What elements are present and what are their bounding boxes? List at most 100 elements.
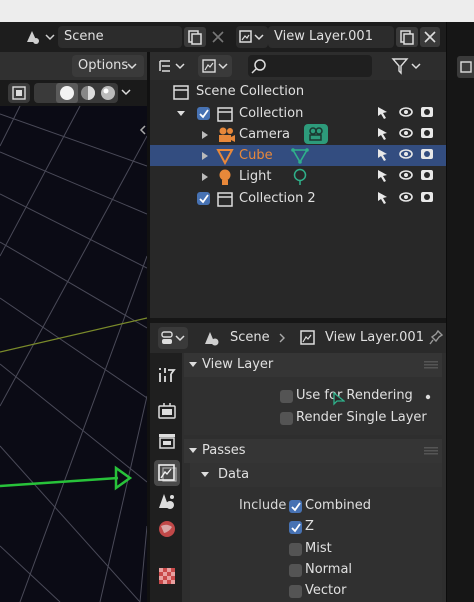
mesh-data-icon[interactable] bbox=[290, 146, 310, 166]
new-scene-button[interactable] bbox=[184, 27, 206, 47]
chevron-right-icon bbox=[279, 333, 285, 343]
passes-panel-title: Passes bbox=[202, 443, 246, 458]
filter-extra-button[interactable] bbox=[457, 56, 474, 78]
use-for-rendering-checkbox[interactable] bbox=[280, 390, 293, 403]
tab-world[interactable] bbox=[156, 518, 178, 540]
outliner-header bbox=[150, 52, 446, 80]
render-single-layer-toggle[interactable]: Render Single Layer bbox=[280, 410, 440, 427]
top-bar: Scene View Layer.001 bbox=[0, 22, 446, 52]
context-view-layer-label[interactable]: View Layer.001 bbox=[325, 330, 424, 345]
solid-shading-button[interactable] bbox=[56, 83, 78, 103]
mesh-object-icon bbox=[216, 149, 234, 165]
pass-label: Mist bbox=[305, 541, 332, 556]
view-layer-panel-header[interactable]: View Layer bbox=[184, 353, 442, 377]
pass-z-toggle[interactable]: Z bbox=[289, 519, 439, 536]
context-scene-label[interactable]: Scene bbox=[230, 330, 270, 345]
outliner-item-label: Light bbox=[239, 169, 272, 184]
pass-vector-checkbox[interactable] bbox=[289, 585, 302, 598]
properties-header: Scene View Layer.001 bbox=[150, 323, 446, 353]
properties-icon bbox=[161, 331, 185, 344]
tab-scene[interactable] bbox=[156, 490, 178, 512]
include-label: Include bbox=[239, 498, 287, 513]
pass-vector-toggle[interactable]: Vector bbox=[289, 583, 439, 600]
window-title-bar bbox=[0, 0, 474, 22]
outliner-item-label: Collection 2 bbox=[239, 191, 316, 206]
pass-mist-checkbox[interactable] bbox=[289, 543, 302, 556]
rendered-shading-icon[interactable] bbox=[98, 83, 118, 103]
animate-property-icon[interactable] bbox=[425, 394, 431, 400]
options-dropdown[interactable]: Options bbox=[72, 55, 144, 77]
view-layer-name-field[interactable]: View Layer.001 bbox=[268, 26, 394, 48]
camera-object-icon bbox=[219, 127, 235, 142]
outliner-search-input[interactable] bbox=[248, 55, 372, 77]
render-single-layer-label: Render Single Layer bbox=[296, 410, 427, 425]
view-layer-icon bbox=[239, 30, 264, 43]
view-layer-selector[interactable] bbox=[236, 26, 268, 48]
viewport-header: Options bbox=[0, 52, 147, 80]
pass-label: Normal bbox=[305, 562, 353, 577]
texture-icon bbox=[159, 568, 175, 584]
material-preview-icon[interactable] bbox=[78, 83, 98, 103]
expand-right-icon[interactable] bbox=[200, 151, 210, 161]
outliner-filter-dropdown[interactable] bbox=[390, 55, 424, 77]
expand-down-icon bbox=[201, 472, 209, 477]
pass-combined-toggle[interactable]: Combined bbox=[289, 498, 439, 515]
sidebar-toggle-icon[interactable] bbox=[138, 124, 147, 136]
outliner-row-scene-collection[interactable]: Scene Collection bbox=[150, 81, 446, 102]
outliner-item-label: Cube bbox=[239, 148, 273, 163]
pass-mist-toggle[interactable]: Mist bbox=[289, 541, 439, 558]
exclude-checkbox[interactable] bbox=[197, 107, 210, 120]
pass-combined-checkbox[interactable] bbox=[289, 500, 302, 513]
properties-editor-type[interactable] bbox=[158, 327, 188, 349]
display-mode-dropdown[interactable] bbox=[156, 55, 190, 77]
toggle-xray-button[interactable] bbox=[8, 83, 30, 103]
expand-right-icon[interactable] bbox=[200, 130, 210, 140]
options-label: Options bbox=[78, 58, 129, 73]
copy-icon bbox=[400, 30, 414, 45]
camera-data-button[interactable] bbox=[304, 124, 328, 144]
tool-icon bbox=[159, 368, 176, 382]
chevron-down-icon bbox=[127, 63, 137, 70]
tab-view-layer[interactable] bbox=[154, 460, 180, 486]
data-subpanel-title: Data bbox=[218, 467, 250, 482]
exclude-checkbox[interactable] bbox=[197, 192, 210, 205]
expand-down-icon[interactable] bbox=[176, 109, 186, 119]
tab-render[interactable] bbox=[156, 400, 178, 422]
restriction-icons bbox=[378, 107, 433, 204]
search-icon bbox=[251, 59, 266, 74]
delete-view-layer-button[interactable] bbox=[420, 27, 440, 47]
scene-collection-icon bbox=[173, 85, 189, 100]
drag-handle-icon[interactable] bbox=[424, 361, 438, 369]
expand-right-icon[interactable] bbox=[200, 172, 210, 182]
view-layer-panel-title: View Layer bbox=[202, 357, 274, 372]
chevron-down-icon[interactable] bbox=[120, 87, 132, 97]
viewport-3d[interactable] bbox=[0, 106, 147, 602]
drag-handle-icon[interactable] bbox=[424, 447, 438, 455]
tab-texture[interactable] bbox=[156, 565, 178, 587]
pass-normal-checkbox[interactable] bbox=[289, 564, 302, 577]
pass-z-checkbox[interactable] bbox=[289, 521, 302, 534]
tab-tool[interactable] bbox=[156, 364, 178, 386]
world-icon bbox=[159, 521, 175, 537]
use-for-rendering-toggle[interactable]: Use for Rendering bbox=[280, 388, 440, 406]
scene-selector[interactable] bbox=[22, 26, 58, 48]
render-single-layer-checkbox[interactable] bbox=[280, 412, 293, 425]
data-subpanel-header[interactable]: Data bbox=[190, 463, 442, 487]
new-view-layer-button[interactable] bbox=[396, 27, 418, 47]
light-object-icon bbox=[219, 169, 231, 185]
view-layer-icon bbox=[300, 330, 315, 345]
scene-name-field[interactable]: Scene bbox=[58, 26, 182, 48]
xray-icon bbox=[12, 86, 26, 100]
data-subpanel-body: Include Combined Z Mist Normal Vector bbox=[190, 487, 442, 602]
viewport-shading-bar bbox=[0, 80, 147, 183]
filter-icon bbox=[391, 58, 421, 75]
pass-normal-toggle[interactable]: Normal bbox=[289, 562, 439, 579]
render-icon bbox=[158, 403, 176, 419]
view-layer-panel-body: Use for Rendering Render Single Layer bbox=[184, 377, 442, 435]
passes-panel-header[interactable]: Passes bbox=[184, 439, 442, 463]
pin-icon[interactable] bbox=[428, 329, 444, 347]
tab-output[interactable] bbox=[156, 430, 178, 452]
light-data-icon[interactable] bbox=[290, 167, 310, 187]
editor-type-dropdown[interactable] bbox=[198, 55, 232, 77]
delete-scene-button[interactable] bbox=[208, 27, 228, 47]
